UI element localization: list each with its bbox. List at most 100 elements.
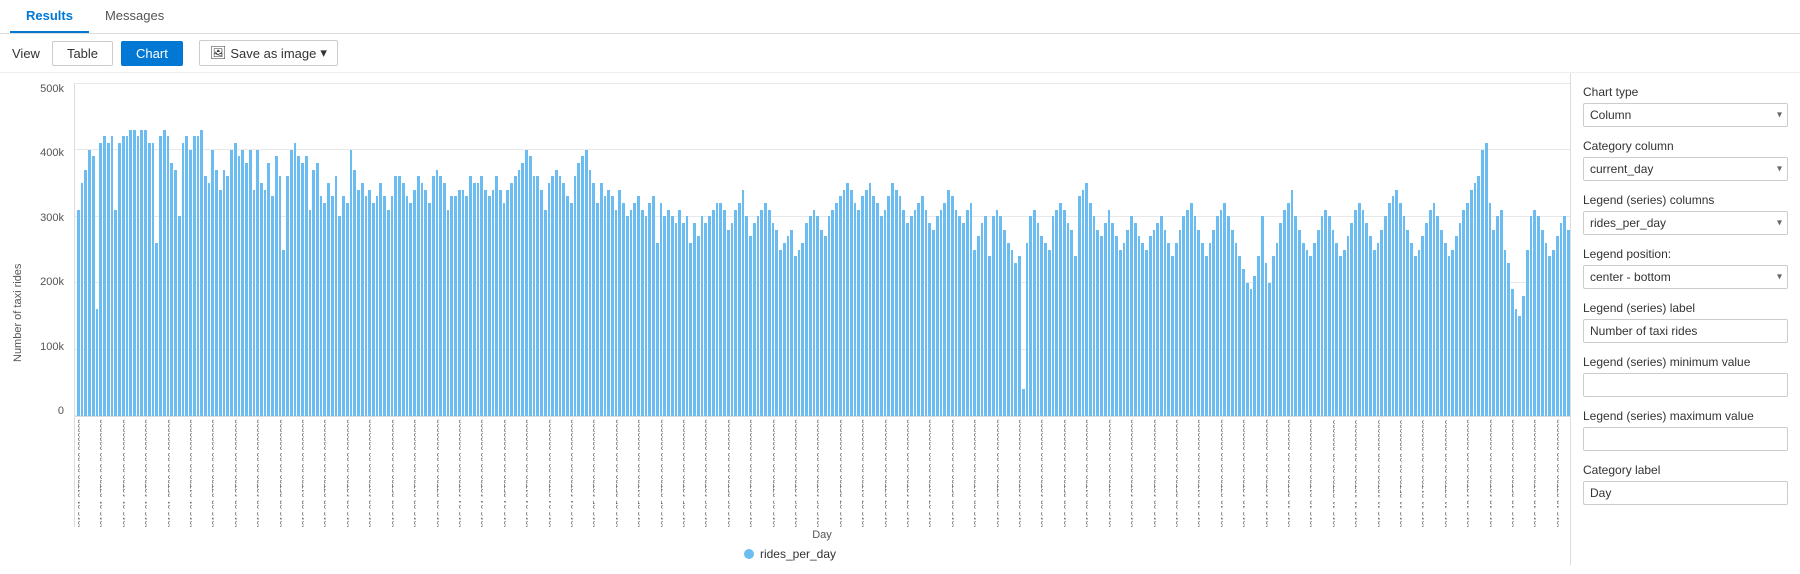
x-label <box>129 419 132 527</box>
x-label <box>947 419 950 527</box>
bar <box>1253 276 1256 416</box>
legend-series-label-input[interactable] <box>1583 319 1788 343</box>
x-label: 2016-01-19T00:00:00.0000000 <box>144 419 147 527</box>
bar <box>1332 230 1335 416</box>
bar <box>77 210 80 416</box>
bar <box>1268 283 1271 416</box>
bar <box>129 130 132 416</box>
bar <box>865 190 868 416</box>
x-label: 2016-07-13T00:00:00.0000000 <box>906 419 909 527</box>
bar <box>723 210 726 416</box>
bar <box>484 190 487 416</box>
table-button[interactable]: Table <box>52 41 113 66</box>
x-label <box>828 419 831 527</box>
bar <box>503 203 506 416</box>
x-label <box>170 419 173 527</box>
legend-position-select[interactable]: center - bottom <box>1583 265 1788 289</box>
legend-series-columns-select[interactable]: rides_per_day <box>1583 211 1788 235</box>
x-label <box>1462 419 1465 527</box>
category-label-input[interactable] <box>1583 481 1788 505</box>
x-label <box>962 419 965 527</box>
bar <box>443 183 446 416</box>
bar <box>361 183 364 416</box>
bar <box>1246 283 1249 416</box>
bar <box>596 203 599 416</box>
x-label <box>1003 419 1006 527</box>
bar <box>159 136 162 416</box>
bar <box>876 203 879 416</box>
x-label: 2016-08-13T00:00:00.0000000 <box>1018 419 1021 527</box>
x-label <box>1321 419 1324 527</box>
x-label <box>716 419 719 527</box>
main-content: Number of taxi rides 500k 400k 300k 200k… <box>0 73 1800 565</box>
bar <box>1052 216 1055 416</box>
bar <box>936 216 939 416</box>
bar <box>809 216 812 416</box>
bar <box>114 210 117 416</box>
legend-min-input[interactable] <box>1583 373 1788 397</box>
bar <box>413 190 416 416</box>
bar <box>1085 183 1088 416</box>
chart-type-label: Chart type <box>1583 85 1788 99</box>
x-label <box>1182 419 1185 527</box>
chart-type-group: Chart type Column <box>1583 85 1788 127</box>
tab-results[interactable]: Results <box>10 0 89 33</box>
x-label: 2016-10-25T00:00:00.0000000 <box>1287 419 1290 527</box>
bar <box>148 143 151 416</box>
x-label <box>309 419 312 527</box>
x-label <box>1134 419 1137 527</box>
x-label <box>1294 419 1297 527</box>
bar <box>768 210 771 416</box>
x-label <box>1209 419 1212 527</box>
x-label <box>701 419 704 527</box>
bar <box>167 136 170 416</box>
bar <box>200 130 203 416</box>
chart-button[interactable]: Chart <box>121 41 183 66</box>
x-label <box>846 419 849 527</box>
bar <box>204 176 207 416</box>
category-column-select[interactable]: current_day <box>1583 157 1788 181</box>
legend-max-input[interactable] <box>1583 427 1788 451</box>
x-label <box>1052 419 1055 527</box>
x-label <box>1235 419 1238 527</box>
category-column-select-wrapper: current_day <box>1583 157 1788 181</box>
bar <box>1358 203 1361 416</box>
bar <box>798 250 801 417</box>
x-label <box>465 419 468 527</box>
chart-type-select[interactable]: Column <box>1583 103 1788 127</box>
x-label <box>1470 419 1473 527</box>
x-label <box>1343 419 1346 527</box>
bar <box>686 216 689 416</box>
x-label <box>562 419 565 527</box>
x-label <box>103 419 106 527</box>
bar <box>1070 230 1073 416</box>
x-label <box>1283 419 1286 527</box>
bar <box>1533 210 1536 416</box>
bar <box>96 309 99 416</box>
bar <box>667 210 670 416</box>
tab-messages[interactable]: Messages <box>89 0 180 33</box>
bar <box>1190 203 1193 416</box>
x-label <box>238 419 241 527</box>
save-as-image-button[interactable]: 🖼 Save as image ▾ <box>199 40 338 66</box>
bar <box>958 216 961 416</box>
bar <box>1541 230 1544 416</box>
bar <box>1149 236 1152 416</box>
x-label <box>958 419 961 527</box>
x-label <box>260 419 263 527</box>
bar <box>462 190 465 416</box>
bar <box>1287 203 1290 416</box>
x-label <box>1365 419 1368 527</box>
x-label <box>126 419 129 527</box>
x-label <box>1362 419 1365 527</box>
x-label <box>723 419 726 527</box>
bar <box>1040 236 1043 416</box>
x-label <box>84 419 87 527</box>
bar <box>637 196 640 416</box>
bar <box>1238 256 1241 416</box>
x-label <box>394 419 397 527</box>
x-label <box>708 419 711 527</box>
x-label <box>656 419 659 527</box>
x-label: 2016-10-13T00:00:00.0000000 <box>1242 419 1245 527</box>
x-label <box>1089 419 1092 527</box>
